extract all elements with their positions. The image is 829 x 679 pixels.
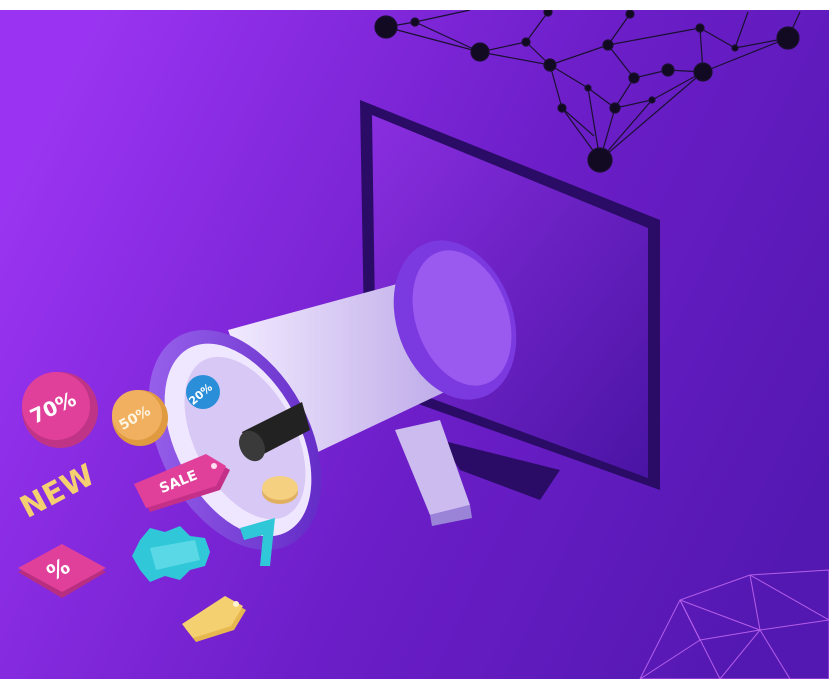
badge-20-percent: 20% <box>186 375 220 409</box>
badge-50-percent: 50% <box>112 390 168 446</box>
badge-70-percent: 70% <box>22 372 98 448</box>
illustration-canvas: 70% 50% 20% NEW SALE % <box>0 0 829 679</box>
marketing-illustration: 70% 50% 20% NEW SALE % <box>0 0 829 679</box>
top-border-strip <box>0 0 829 10</box>
badge-coin <box>262 476 298 504</box>
